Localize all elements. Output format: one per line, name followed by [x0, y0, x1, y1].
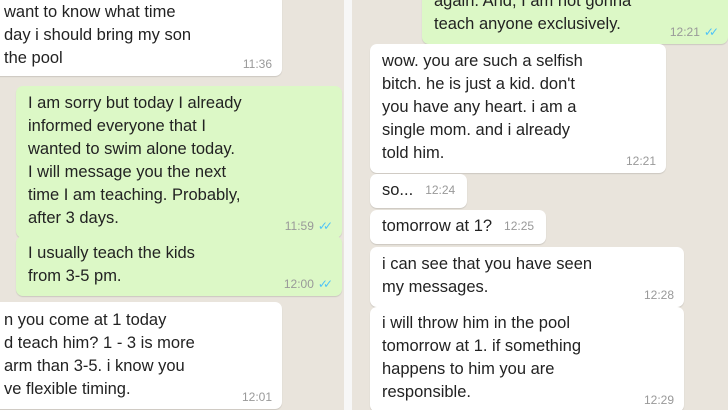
message-time: 12:21 — [669, 25, 700, 39]
message-text: want to know what time day i should brin… — [4, 3, 192, 67]
message-time: 11:36 — [242, 57, 272, 71]
message-incoming[interactable]: i can see that you have seen my messages… — [370, 247, 684, 307]
message-text: i can see that you have seen my messages… — [382, 255, 593, 296]
message-incoming[interactable]: i will throw him in the pool tomorrow at… — [370, 307, 684, 410]
double-check-icon: ✓✓ — [317, 277, 333, 291]
message-outgoing[interactable]: I usually teach the kids from 3-5 pm. 12… — [16, 236, 342, 296]
message-text: wow. you are such a selfish bitch. he is… — [382, 52, 583, 162]
message-incoming[interactable]: n you come at 1 today d teach him? 1 - 3… — [0, 302, 282, 409]
message-incoming[interactable]: so... 12:24 — [370, 174, 468, 208]
message-meta: 12:01 — [242, 390, 272, 404]
message-time: 12:01 — [241, 390, 272, 404]
message-meta: 12:21 ✓✓ — [669, 25, 719, 39]
message-time: 11:59 — [284, 219, 314, 233]
message-text: so... — [382, 181, 414, 199]
message-time: 12:29 — [643, 393, 674, 407]
message-time: 12:28 — [643, 288, 674, 302]
message-meta: 12:00 ✓✓ — [283, 277, 333, 291]
panel-divider — [344, 0, 352, 410]
message-text: i will throw him in the pool tomorrow at… — [382, 314, 581, 401]
message-text: n you come at 1 today d teach him? 1 - 3… — [4, 311, 195, 398]
message-time: 12:25 — [504, 219, 535, 233]
message-text: I am sorry but today I already informed … — [28, 94, 242, 227]
message-time: 12:00 — [283, 277, 314, 291]
message-meta: 11:36 — [243, 57, 272, 71]
message-meta: 12:28 — [644, 288, 674, 302]
double-check-icon: ✓✓ — [317, 219, 333, 233]
message-time: 12:24 — [425, 183, 456, 197]
message-outgoing[interactable]: I am sorry but today I already informed … — [16, 86, 342, 238]
message-time: 12:21 — [625, 154, 656, 168]
message-meta: 12:25 — [504, 219, 534, 233]
message-incoming[interactable]: wow. you are such a selfish bitch. he is… — [370, 44, 666, 173]
double-check-icon: ✓✓ — [703, 25, 719, 39]
message-incoming[interactable]: tomorrow at 1? 12:25 — [370, 210, 547, 244]
message-incoming[interactable]: want to know what time day i should brin… — [0, 0, 282, 76]
chat-panel-right: again. And, I am not gonna teach anyone … — [352, 0, 728, 410]
message-meta: 11:59 ✓✓ — [284, 219, 333, 233]
message-text: tomorrow at 1? — [382, 217, 493, 235]
chat-panel-left: want to know what time day i should brin… — [0, 0, 344, 410]
message-outgoing[interactable]: again. And, I am not gonna teach anyone … — [422, 0, 728, 44]
message-meta: 12:21 — [626, 154, 656, 168]
message-meta: 12:29 — [644, 393, 674, 407]
message-meta: 12:24 — [425, 183, 455, 197]
